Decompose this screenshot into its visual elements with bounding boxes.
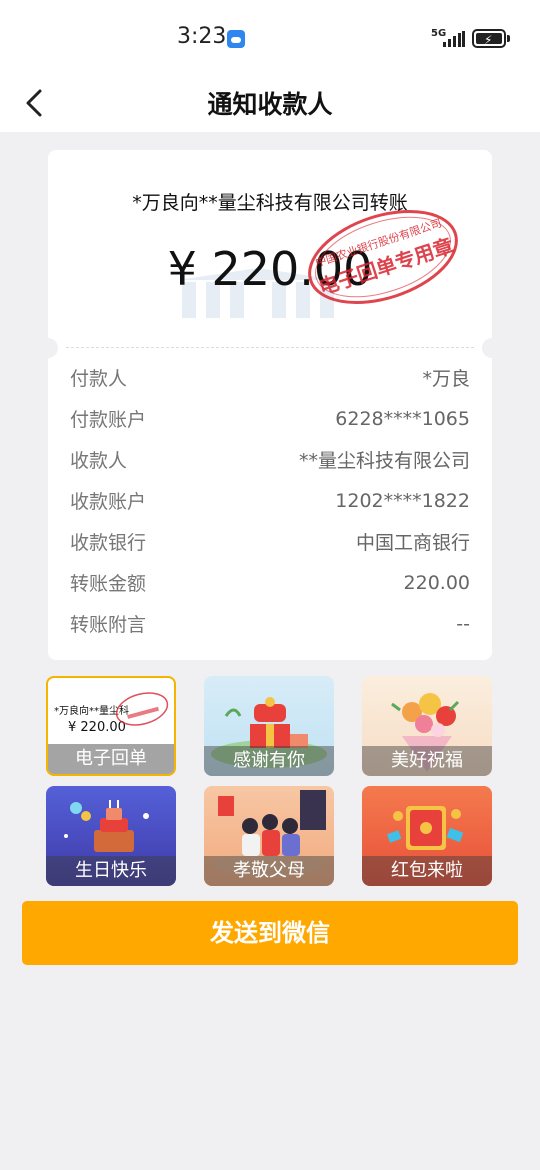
send-to-wechat-button[interactable]: 发送到微信 <box>22 901 518 965</box>
detail-row-payer: 付款人 *万良 <box>70 357 470 398</box>
detail-row-remark: 转账附言 -- <box>70 603 470 644</box>
weather-app-icon <box>227 30 245 48</box>
detail-value: *万良 <box>422 368 470 390</box>
template-tile-receipt[interactable]: *万良向**量尘科 ¥ 220.00 电子回单 <box>46 676 176 776</box>
detail-label: 收款账户 <box>70 491 147 513</box>
detail-row-payee-account: 收款账户 1202****1822 <box>70 480 470 521</box>
detail-value: 中国工商银行 <box>355 532 470 554</box>
receipt-divider <box>66 347 474 348</box>
signal-icon <box>443 31 465 47</box>
status-time: 3:23 <box>177 24 227 49</box>
detail-value: 220.00 <box>403 571 470 594</box>
receipt-details: 付款人 *万良 付款账户 6228****1065 收款人 **量尘科技有限公司… <box>70 357 470 644</box>
detail-value: -- <box>456 612 470 635</box>
detail-label: 转账金额 <box>70 573 147 595</box>
detail-label: 付款人 <box>70 368 128 390</box>
detail-label: 收款人 <box>70 450 128 472</box>
battery-charging-icon: ⚡ <box>472 29 510 48</box>
detail-value: 1202****1822 <box>335 489 470 512</box>
template-label: 孝敬父母 <box>204 856 334 886</box>
receipt-notch-right <box>482 338 492 358</box>
template-tile-parents[interactable]: 孝敬父母 <box>204 786 334 886</box>
template-tile-blessings[interactable]: 美好祝福 <box>362 676 492 776</box>
detail-row-payee-bank: 收款银行 中国工商银行 <box>70 521 470 562</box>
page-title: 通知收款人 <box>207 90 333 119</box>
receipt-card: *万良向**量尘科技有限公司转账 ¥ 220.00 中国农业银行股份有限公司 电… <box>48 150 492 660</box>
status-bar: 3:23 5G ⚡ <box>0 0 540 72</box>
template-label: 红包来啦 <box>362 856 492 886</box>
detail-label: 付款账户 <box>70 409 147 431</box>
detail-value: 6228****1065 <box>335 407 470 430</box>
template-label: 感谢有你 <box>204 746 334 776</box>
template-tile-thanks[interactable]: 感谢有你 <box>204 676 334 776</box>
receipt-notch-left <box>48 338 58 358</box>
template-tile-redpacket[interactable]: 红包来啦 <box>362 786 492 886</box>
template-label: 美好祝福 <box>362 746 492 776</box>
detail-label: 转账附言 <box>70 614 147 636</box>
template-label: 电子回单 <box>48 744 174 774</box>
mini-seal-stamp <box>115 692 169 726</box>
template-label: 生日快乐 <box>46 856 176 886</box>
detail-row-payer-account: 付款账户 6228****1065 <box>70 398 470 439</box>
detail-row-payee: 收款人 **量尘科技有限公司 <box>70 439 470 480</box>
detail-value: **量尘科技有限公司 <box>298 450 470 472</box>
detail-row-amount: 转账金额 220.00 <box>70 562 470 603</box>
detail-label: 收款银行 <box>70 532 147 554</box>
nav-bar: 通知收款人 <box>0 72 540 132</box>
template-tile-birthday[interactable]: 生日快乐 <box>46 786 176 886</box>
